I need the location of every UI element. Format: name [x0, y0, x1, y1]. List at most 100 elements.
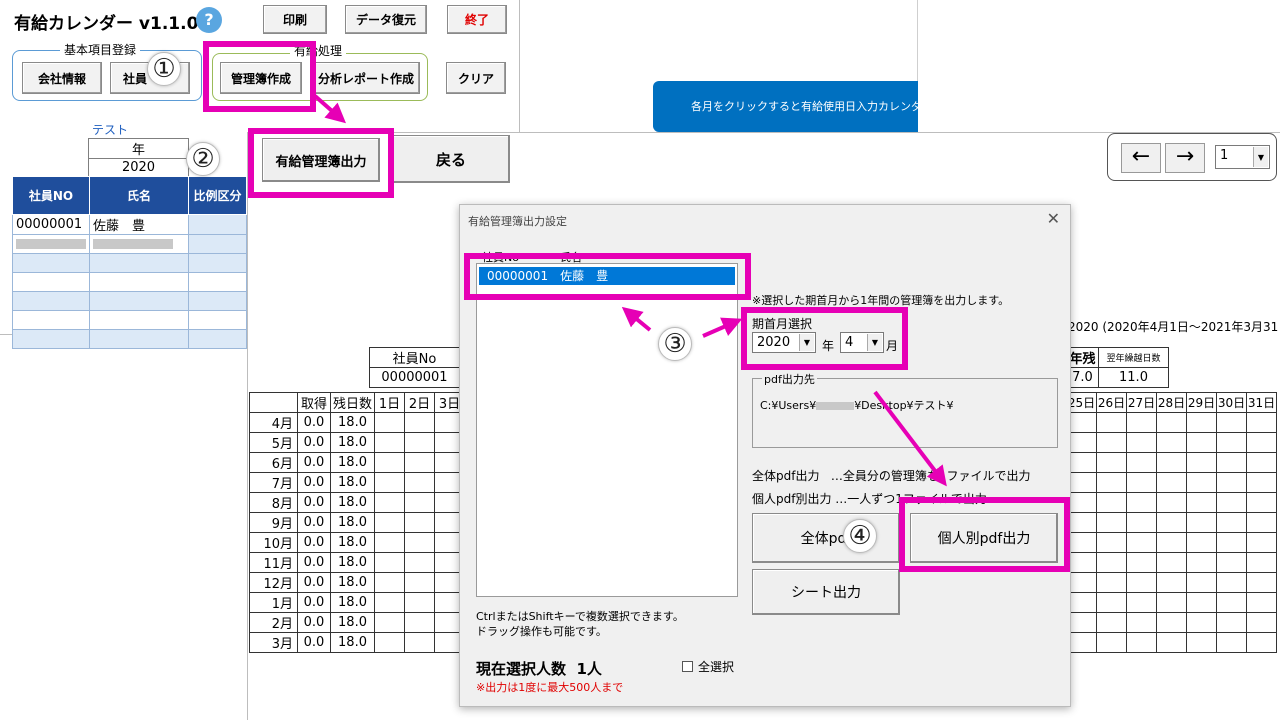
table-row[interactable]: 12月 0.0 18.0	[249, 572, 466, 593]
col-day-30: 30日	[1216, 392, 1247, 413]
table-row[interactable]: 4月 0.0 18.0	[249, 412, 466, 433]
table-row[interactable]	[1066, 552, 1277, 573]
step-3-badge: ③	[658, 327, 692, 361]
table-row[interactable]: 10月 0.0 18.0	[249, 532, 466, 553]
col-remaining: 残日数	[329, 392, 376, 413]
clear-button[interactable]: クリア	[446, 62, 506, 94]
emp-no-label: 社員No	[369, 347, 460, 368]
col-taken: 取得	[297, 392, 331, 413]
table-row[interactable]	[12, 310, 247, 330]
step-2-badge: ②	[186, 142, 220, 176]
prev-remaining-label: 年残	[1066, 347, 1099, 368]
page-select[interactable]: 1 ▼	[1215, 145, 1270, 169]
employee-listbox[interactable]: 00000001 佐藤 豊	[476, 263, 738, 597]
month-label[interactable]: 1月	[249, 592, 298, 613]
prev-arrow-icon[interactable]: ←	[1121, 143, 1161, 173]
taken-value: 0.0	[297, 432, 331, 453]
month-label[interactable]: 2月	[249, 612, 298, 633]
table-row[interactable]: 00000001 佐藤 豊	[12, 214, 247, 235]
table-row[interactable]	[12, 272, 247, 292]
cell-name[interactable]: 佐藤 豊	[89, 214, 189, 235]
remaining-value: 18.0	[329, 412, 376, 433]
dialog-title: 有給管理簿出力設定	[468, 215, 567, 228]
month-label[interactable]: 10月	[249, 532, 298, 553]
table-row[interactable]	[1066, 632, 1277, 653]
table-row[interactable]: 7月 0.0 18.0	[249, 472, 466, 493]
back-button[interactable]: 戻る	[392, 135, 510, 183]
taken-value: 0.0	[297, 552, 331, 573]
month-label[interactable]: 5月	[249, 432, 298, 453]
table-row[interactable]: 6月 0.0 18.0	[249, 452, 466, 473]
print-button[interactable]: 印刷	[263, 5, 327, 34]
next-carry-value: 11.0	[1098, 367, 1169, 388]
table-row[interactable]: 8月 0.0 18.0	[249, 492, 466, 513]
month-label[interactable]: 4月	[249, 412, 298, 433]
table-row[interactable]	[1066, 572, 1277, 593]
carryover-box: 年残 翌年繰越日数 7.0 11.0	[1066, 347, 1169, 388]
calendar-hint-banner: 各月をクリックすると有給使用日入力カレンダー	[653, 81, 918, 132]
restore-data-button[interactable]: データ復元	[345, 5, 427, 34]
blurred-text	[16, 239, 86, 249]
table-row[interactable]	[1066, 432, 1277, 453]
table-row[interactable]	[1066, 452, 1277, 473]
page-navigator: ← → 1 ▼	[1107, 133, 1277, 181]
month-label[interactable]: 6月	[249, 452, 298, 473]
month-label[interactable]: 8月	[249, 492, 298, 513]
analysis-report-button[interactable]: 分析レポート作成	[312, 62, 420, 94]
month-label[interactable]: 11月	[249, 552, 298, 573]
company-info-button[interactable]: 会社情報	[22, 62, 102, 94]
multi-select-hint: CtrlまたはShiftキーで複数選択できます。	[476, 610, 684, 623]
all-pdf-button[interactable]: 全体pdf	[752, 513, 900, 563]
table-row[interactable]: 11月 0.0 18.0	[249, 552, 466, 573]
remaining-value: 18.0	[329, 532, 376, 553]
next-arrow-icon[interactable]: →	[1165, 143, 1205, 173]
calendar-header-row: 取得 残日数 1日 2日 3日	[249, 392, 466, 413]
table-row[interactable]: 3月 0.0 18.0	[249, 632, 466, 653]
table-row[interactable]: 1月 0.0 18.0	[249, 592, 466, 613]
calendar-table-right: 25日 26日 27日 28日 29日 30日 31日	[1066, 392, 1277, 653]
col-day-27: 27日	[1126, 392, 1157, 413]
highlight-step3-month	[741, 307, 908, 370]
step-1-badge: ①	[147, 52, 181, 86]
step-4-badge: ④	[843, 519, 877, 553]
emp-no-value: 00000001	[369, 367, 460, 388]
remaining-value: 18.0	[329, 592, 376, 613]
taken-value: 0.0	[297, 512, 331, 533]
table-row[interactable]: 2月 0.0 18.0	[249, 612, 466, 633]
table-row[interactable]: 5月 0.0 18.0	[249, 432, 466, 453]
select-all-checkbox[interactable]	[682, 661, 693, 672]
exit-button[interactable]: 終了	[447, 5, 507, 34]
month-label[interactable]: 7月	[249, 472, 298, 493]
taken-value: 0.0	[297, 472, 331, 493]
table-row[interactable]	[12, 291, 247, 311]
prev-remaining-value: 7.0	[1066, 367, 1099, 388]
table-row[interactable]	[1066, 492, 1277, 513]
col-ratio: 比例区分	[188, 176, 247, 215]
sheet-output-button[interactable]: シート出力	[752, 569, 900, 615]
select-all-label: 全選択	[698, 660, 735, 674]
next-carry-label: 翌年繰越日数	[1098, 347, 1169, 368]
table-row[interactable]	[1066, 412, 1277, 433]
month-label[interactable]: 12月	[249, 572, 298, 593]
year-value[interactable]: 2020	[88, 158, 189, 177]
chevron-down-icon[interactable]: ▼	[1253, 147, 1268, 167]
table-row[interactable]: 9月 0.0 18.0	[249, 512, 466, 533]
month-label[interactable]: 3月	[249, 632, 298, 653]
table-row[interactable]	[12, 234, 247, 254]
help-icon[interactable]: ?	[196, 7, 222, 33]
table-row[interactable]	[12, 253, 247, 273]
table-row[interactable]	[1066, 612, 1277, 633]
taken-value: 0.0	[297, 632, 331, 653]
close-icon[interactable]: ✕	[1047, 209, 1060, 228]
table-row[interactable]	[1066, 592, 1277, 613]
table-row[interactable]	[12, 329, 247, 349]
cell-employee-no[interactable]: 00000001	[12, 214, 90, 235]
col-day-29: 29日	[1186, 392, 1217, 413]
table-row[interactable]	[1066, 512, 1277, 533]
col-day-25: 25日	[1066, 392, 1097, 413]
max-count-note: ※出力は1度に最大500人まで	[476, 681, 624, 694]
month-label[interactable]: 9月	[249, 512, 298, 533]
table-row[interactable]	[1066, 472, 1277, 493]
col-employee-no: 社員NO	[12, 176, 90, 215]
table-row[interactable]	[1066, 532, 1277, 553]
